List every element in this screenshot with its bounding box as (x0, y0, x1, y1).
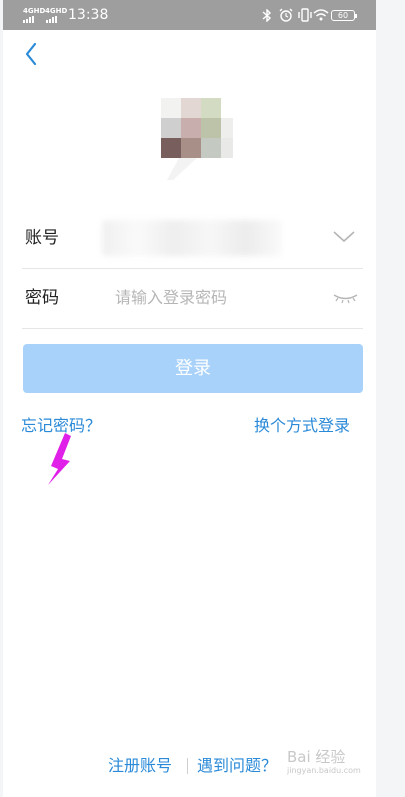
watermark-brand: Bai 经验 (287, 748, 346, 766)
battery-level: 60 (337, 11, 349, 20)
login-screen: 4GHD 4GHD 13:38 60 账号 密码 请输入登录密码 登录 忘记密码… (3, 0, 376, 797)
dropdown-chevron-icon[interactable] (332, 230, 356, 244)
signal-label-2: 4GHD (45, 7, 68, 15)
status-bar: 4GHD 4GHD 13:38 60 (3, 0, 376, 30)
alarm-icon (279, 8, 293, 22)
eye-closed-icon[interactable] (332, 292, 359, 304)
switch-login-method-link[interactable]: 换个方式登录 (254, 416, 350, 436)
bluetooth-icon (262, 9, 272, 22)
help-link[interactable]: 遇到问题？ (197, 756, 277, 776)
password-row[interactable]: 密码 请输入登录密码 (22, 268, 363, 329)
watermark-url: jingyan.baidu.com (287, 766, 361, 775)
battery-icon: 60 (331, 10, 357, 21)
annotation-arrow-icon (48, 433, 71, 485)
vibrate-icon (298, 8, 312, 22)
account-label: 账号 (25, 228, 59, 248)
watermark: Bai 经验 jingyan.baidu.com (287, 748, 383, 778)
status-time: 13:38 (68, 7, 109, 23)
wifi-icon (313, 9, 329, 21)
register-account-link[interactable]: 注册账号 (108, 756, 172, 776)
signal-bars-2-icon (46, 16, 57, 23)
password-input-placeholder[interactable]: 请输入登录密码 (115, 287, 227, 309)
signal-bars-1-icon (23, 16, 34, 23)
account-row[interactable]: 账号 (22, 208, 363, 269)
avatar (159, 98, 249, 180)
back-chevron-icon[interactable] (19, 40, 45, 68)
password-label: 密码 (25, 288, 59, 308)
signal-label-1: 4GHD (23, 7, 46, 15)
login-button[interactable]: 登录 (23, 344, 363, 393)
account-value-obscured (102, 220, 282, 256)
footer-divider (187, 758, 188, 774)
